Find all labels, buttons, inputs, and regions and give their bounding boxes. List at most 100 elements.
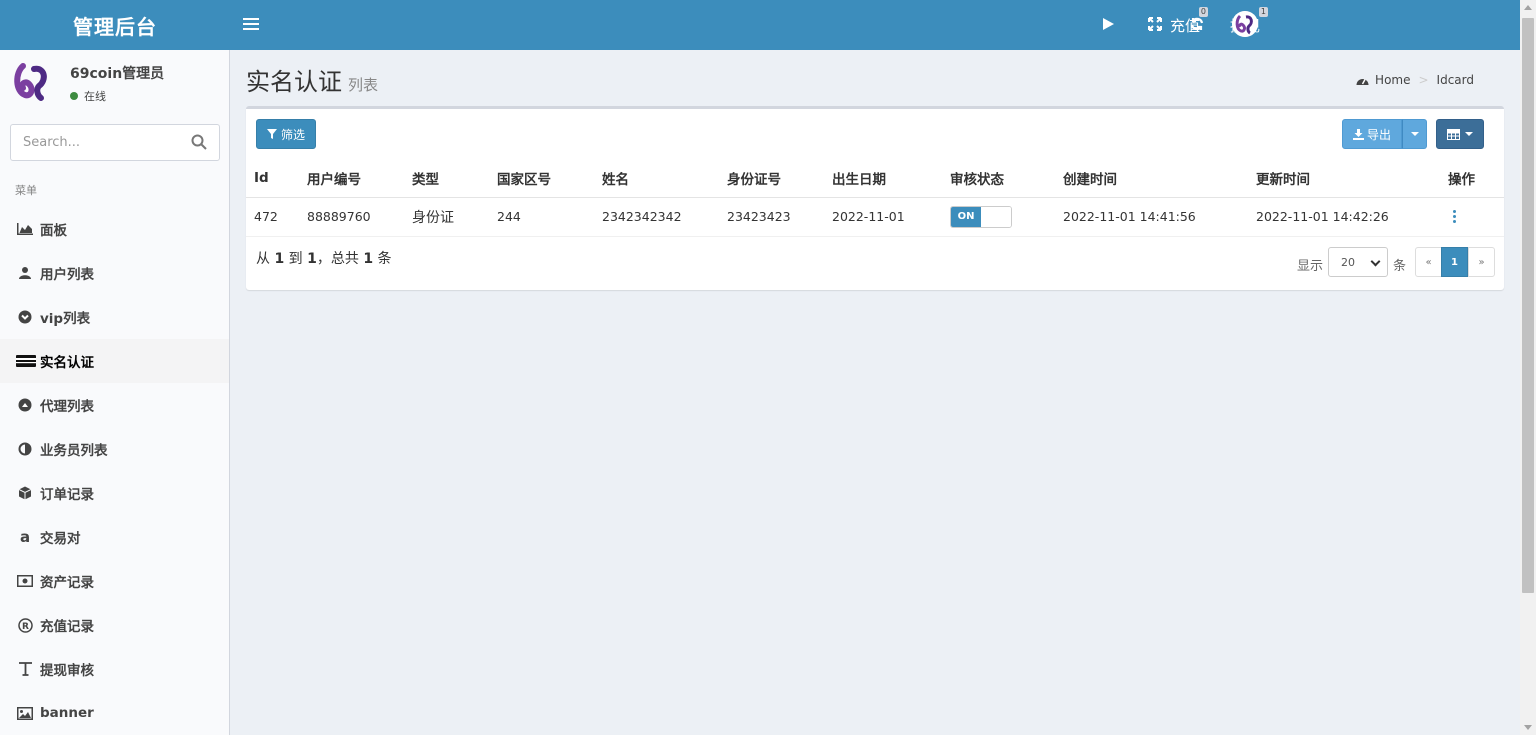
sidebar-item-label: 资产记录 (40, 575, 94, 591)
sidebar-item-label: 用户列表 (40, 267, 94, 283)
user-avatar (10, 60, 54, 104)
row-actions-icon[interactable] (1451, 209, 1457, 224)
filter-button[interactable]: 筛选 (256, 119, 316, 149)
sidebar-item-users[interactable]: 用户列表 (0, 251, 229, 295)
area-chart-icon (17, 221, 33, 237)
brand-logo-text[interactable]: 管理后台 (0, 0, 230, 50)
search-icon[interactable] (191, 134, 209, 152)
column-header[interactable]: 身份证号 (719, 160, 824, 198)
refresh-icon[interactable] (1188, 15, 1206, 33)
sidebar-item-label: 代理列表 (40, 399, 94, 415)
online-dot-icon (70, 92, 78, 100)
column-header[interactable]: 审核状态 (942, 160, 1055, 198)
sidebar-toggle-button[interactable] (243, 15, 259, 35)
cell-type: 身份证 (404, 197, 489, 237)
sidebar-item-label: banner (40, 705, 94, 721)
columns-toggle-button[interactable] (1436, 119, 1484, 149)
user-name: 69coin管理员 (70, 66, 165, 82)
breadcrumb-home[interactable]: Home (1375, 73, 1410, 87)
sidebar-item-dashboard[interactable]: 面板 (0, 207, 229, 251)
search-input[interactable] (11, 125, 186, 160)
column-header[interactable]: 创建时间 (1055, 160, 1248, 198)
withdraw-badge: 1 (1258, 6, 1268, 17)
scroll-up-arrow[interactable] (1524, 5, 1532, 10)
sidebar-item-label: 充值记录 (40, 619, 94, 635)
sidebar-item-agents[interactable]: 代理列表 (0, 383, 229, 427)
page-scrollbar[interactable] (1520, 0, 1536, 735)
users-icon (17, 265, 33, 281)
per-page-select[interactable]: 20 (1328, 247, 1388, 277)
sidebar-item-assets[interactable]: 资产记录 (0, 559, 229, 603)
dashboard-icon (1356, 75, 1369, 86)
sidebar-item-banner[interactable]: banner (0, 691, 229, 735)
cube-icon (17, 485, 33, 501)
top-navbar: 管理后台 充值 0 提现 1 (0, 0, 1520, 50)
sidebar-item-salesmen[interactable]: 业务员列表 (0, 427, 229, 471)
sidebar-item-orders[interactable]: 订单记录 (0, 471, 229, 515)
menu-header: 菜单 (15, 184, 37, 197)
cell-actions (1440, 197, 1504, 237)
breadcrumb: Home > Idcard (1356, 73, 1474, 87)
amazon-icon: a (19, 528, 31, 546)
caret-down-icon (1410, 132, 1419, 136)
pagination-summary: 从 1 到 1，总共 1 条 (256, 248, 392, 268)
play-icon[interactable] (1099, 15, 1117, 33)
summary-total-word: ，总共 (316, 251, 359, 267)
status-toggle[interactable]: ON (950, 205, 1012, 228)
cell-status: ON (942, 197, 1055, 237)
sidebar-item-label: 订单记录 (40, 487, 94, 503)
svg-text:R: R (22, 622, 29, 632)
page-subtitle: 列表 (348, 76, 379, 94)
export-button[interactable]: 导出 (1342, 119, 1402, 149)
chevron-circle-down-icon (17, 309, 33, 325)
sidebar-item-recharge-records[interactable]: R 充值记录 (0, 603, 229, 647)
per-page-unit: 条 (1393, 259, 1407, 274)
next-page-button[interactable]: » (1468, 247, 1495, 277)
chevron-down-icon (1370, 256, 1381, 267)
cell-updated-at: 2022-11-01 14:42:26 (1248, 197, 1440, 237)
summary-to: 1 (307, 251, 317, 267)
column-header[interactable]: Id (246, 160, 299, 198)
sidebar-item-idcard[interactable]: 实名认证 (0, 339, 229, 383)
column-header[interactable]: 姓名 (594, 160, 719, 198)
sidebar: 69coin管理员 在线 菜单 面板 用户列表 (0, 50, 230, 735)
sidebar-item-vip[interactable]: vip列表 (0, 295, 229, 339)
breadcrumb-separator: > (1418, 73, 1429, 87)
column-header: 操作 (1440, 160, 1504, 198)
money-icon (17, 573, 33, 589)
table-icon (1447, 128, 1460, 140)
table-header-row: Id 用户编号 类型 国家区号 姓名 身份证号 出生日期 审核状态 创建时间 更… (246, 160, 1504, 198)
page-button-current[interactable]: 1 (1441, 247, 1468, 277)
export-dropdown-button[interactable] (1402, 119, 1427, 149)
page-title-text: 实名认证 (246, 68, 342, 96)
scroll-down-arrow[interactable] (1524, 725, 1532, 730)
sidebar-item-label: 实名认证 (40, 355, 94, 371)
registered-icon: R (17, 617, 33, 633)
per-page-value: 20 (1341, 255, 1355, 269)
cell-country-code: 244 (489, 197, 594, 237)
prev-page-button[interactable]: « (1415, 247, 1442, 277)
sidebar-item-withdraw-review[interactable]: 提现审核 (0, 647, 229, 691)
filter-label: 筛选 (280, 127, 305, 142)
column-header[interactable]: 用户编号 (299, 160, 404, 198)
table-row: 472 88889760 身份证 244 2342342342 23423423… (246, 197, 1504, 237)
fullscreen-icon[interactable] (1146, 15, 1164, 33)
column-header[interactable]: 更新时间 (1248, 160, 1440, 198)
image-icon (17, 705, 33, 721)
summary-to-word: 到 (288, 251, 303, 267)
sidebar-item-label: 交易对 (40, 531, 81, 547)
sidebar-search (10, 124, 220, 161)
column-header[interactable]: 国家区号 (489, 160, 594, 198)
summary-from-word: 从 (256, 251, 270, 267)
list-box: 筛选 导出 Id 用户编号 类型 国家区号 姓名 身份证号 出生日期 审核状态 (246, 106, 1504, 290)
cell-id: 472 (246, 197, 299, 237)
header-avatar[interactable] (1232, 11, 1258, 37)
sidebar-item-pairs[interactable]: a 交易对 (0, 515, 229, 559)
scroll-thumb[interactable] (1522, 18, 1534, 593)
column-header[interactable]: 类型 (404, 160, 489, 198)
breadcrumb-current: Idcard (1436, 73, 1474, 87)
export-label: 导出 (1366, 127, 1391, 142)
column-header[interactable]: 出生日期 (824, 160, 942, 198)
sidebar-item-label: 提现审核 (40, 663, 94, 679)
cell-created-at: 2022-11-01 14:41:56 (1055, 197, 1248, 237)
